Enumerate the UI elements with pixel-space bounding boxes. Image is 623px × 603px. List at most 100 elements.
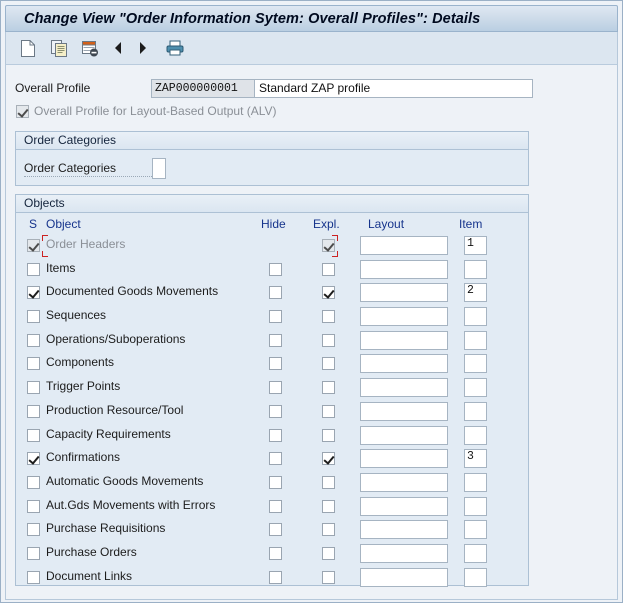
expl-checkbox[interactable] — [322, 475, 335, 489]
layout-input[interactable] — [360, 567, 448, 587]
row-select-checkbox[interactable] — [27, 262, 40, 276]
row-select-checkbox[interactable] — [27, 381, 40, 395]
item-input[interactable] — [464, 567, 487, 587]
layout-input[interactable] — [360, 496, 448, 516]
table-row: Operations/Suboperations — [16, 330, 528, 354]
column-header-object: Object — [46, 217, 81, 231]
object-label: Sequences — [46, 308, 107, 323]
row-select-checkbox[interactable] — [27, 475, 40, 489]
hide-checkbox[interactable] — [269, 452, 282, 466]
objects-table-header: S Object Hide Expl. Layout Item — [16, 214, 528, 235]
row-select-checkbox[interactable] — [27, 452, 40, 466]
row-select-checkbox[interactable] — [27, 428, 40, 442]
expl-checkbox[interactable] — [322, 286, 335, 300]
expl-checkbox[interactable] — [322, 523, 335, 537]
row-select-checkbox[interactable] — [27, 499, 40, 513]
hide-checkbox[interactable] — [269, 404, 282, 418]
expl-checkbox[interactable] — [322, 428, 335, 442]
item-input[interactable] — [464, 472, 487, 492]
hide-checkbox[interactable] — [269, 381, 282, 395]
hide-checkbox[interactable] — [269, 333, 282, 347]
print-icon[interactable] — [163, 36, 187, 60]
item-input[interactable] — [464, 330, 487, 350]
table-row: Confirmations 3 — [16, 448, 528, 472]
item-input[interactable] — [464, 378, 487, 398]
row-select-checkbox[interactable] — [27, 404, 40, 418]
item-input[interactable] — [464, 425, 487, 445]
hide-checkbox[interactable] — [269, 499, 282, 513]
layout-input[interactable] — [360, 378, 448, 398]
overall-profile-row: Overall Profile ZAP000000001 Standard ZA… — [15, 78, 533, 98]
row-select-checkbox[interactable] — [27, 570, 40, 584]
expl-checkbox[interactable] — [322, 333, 335, 347]
overall-profile-description-input[interactable]: Standard ZAP profile — [255, 78, 533, 98]
objects-panel-title: Objects — [16, 195, 528, 213]
item-input[interactable] — [464, 354, 487, 374]
hide-checkbox[interactable] — [269, 262, 282, 276]
item-input[interactable]: 1 — [464, 236, 487, 255]
object-label: Documented Goods Movements — [46, 284, 219, 299]
hide-checkbox[interactable] — [269, 570, 282, 584]
row-select-checkbox[interactable] — [27, 357, 40, 371]
overall-profile-id-field[interactable]: ZAP000000001 — [151, 78, 255, 98]
layout-input[interactable] — [360, 449, 448, 469]
application-toolbar — [5, 32, 618, 65]
object-label: Operations/Suboperations — [46, 331, 186, 346]
row-select-checkbox[interactable] — [27, 286, 40, 300]
row-select-checkbox[interactable] — [27, 523, 40, 537]
table-row: Components — [16, 353, 528, 377]
layout-input[interactable] — [360, 307, 448, 327]
sap-dialog-window: Change View "Order Information Sytem: Ov… — [0, 0, 623, 603]
expl-checkbox[interactable] — [322, 262, 335, 276]
hide-checkbox[interactable] — [269, 428, 282, 442]
expl-checkbox[interactable] — [322, 310, 335, 324]
layout-input[interactable] — [360, 401, 448, 421]
hide-checkbox[interactable] — [269, 310, 282, 324]
hide-checkbox[interactable] — [269, 286, 282, 300]
layout-input[interactable] — [360, 472, 448, 492]
layout-input[interactable] — [360, 259, 448, 279]
item-input[interactable] — [464, 520, 487, 540]
expl-checkbox[interactable] — [322, 452, 335, 466]
layout-input[interactable] — [360, 283, 448, 303]
next-icon[interactable] — [134, 36, 152, 60]
layout-input[interactable] — [360, 330, 448, 350]
new-entries-icon[interactable] — [16, 36, 40, 60]
item-input[interactable]: 2 — [464, 283, 487, 303]
expl-checkbox[interactable] — [322, 499, 335, 513]
row-select-checkbox[interactable] — [27, 310, 40, 324]
hide-checkbox[interactable] — [269, 357, 282, 371]
order-categories-input[interactable] — [152, 158, 166, 179]
hide-checkbox[interactable] — [269, 523, 282, 537]
expl-checkbox[interactable] — [322, 570, 335, 584]
delete-icon[interactable] — [78, 36, 102, 60]
page-title: Change View "Order Information Sytem: Ov… — [24, 10, 481, 27]
item-input[interactable]: 3 — [464, 449, 487, 469]
item-input[interactable] — [464, 259, 487, 279]
row-select-checkbox[interactable] — [27, 333, 40, 347]
row-select-checkbox[interactable] — [27, 546, 40, 560]
layout-input[interactable] — [360, 543, 448, 563]
expl-checkbox[interactable] — [322, 546, 335, 560]
layout-input[interactable] — [360, 520, 448, 540]
item-input[interactable] — [464, 307, 487, 327]
expl-checkbox[interactable] — [322, 239, 335, 252]
previous-icon[interactable] — [109, 36, 127, 60]
item-input[interactable] — [464, 401, 487, 421]
hide-checkbox[interactable] — [269, 546, 282, 560]
expl-checkbox[interactable] — [322, 404, 335, 418]
layout-input[interactable] — [360, 354, 448, 374]
table-row: Items — [16, 259, 528, 283]
layout-input[interactable] — [360, 236, 448, 255]
object-label: Items — [46, 260, 76, 275]
expl-checkbox[interactable] — [322, 357, 335, 371]
order-categories-panel: Order Categories Order Categories — [15, 131, 529, 186]
table-row: Production Resource/Tool — [16, 401, 528, 425]
object-label: Confirmations — [46, 450, 121, 465]
item-input[interactable] — [464, 543, 487, 563]
layout-input[interactable] — [360, 425, 448, 445]
copy-icon[interactable] — [47, 36, 71, 60]
hide-checkbox[interactable] — [269, 475, 282, 489]
expl-checkbox[interactable] — [322, 381, 335, 395]
item-input[interactable] — [464, 496, 487, 516]
